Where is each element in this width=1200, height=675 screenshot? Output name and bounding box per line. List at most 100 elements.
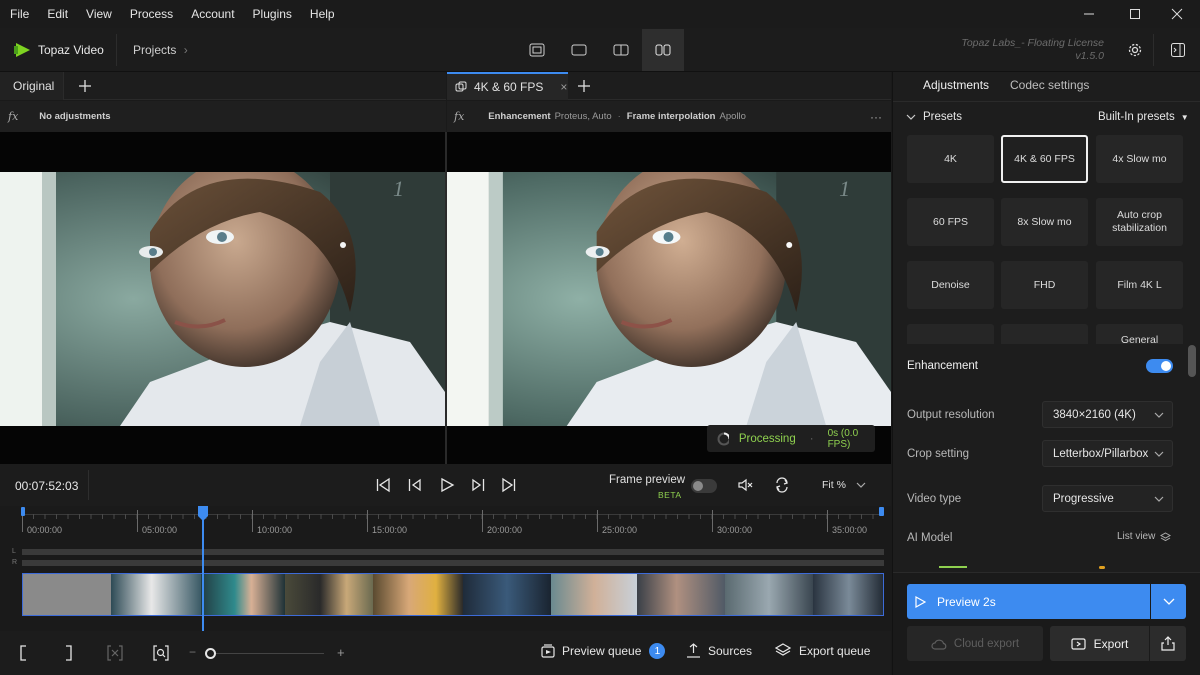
export-queue-label: Export queue [799, 643, 871, 658]
crop-setting-select[interactable]: Letterbox/Pillarbox [1042, 440, 1173, 467]
tab-adjustments[interactable]: Adjustments [923, 78, 989, 92]
filmstrip-thumbnail [373, 574, 463, 615]
export-button[interactable]: Export [1050, 626, 1149, 661]
single-view-icon [529, 43, 545, 57]
split-view-icon [613, 44, 629, 56]
builtin-presets-dropdown[interactable]: Built-In presets ▼ [1098, 111, 1189, 123]
preset-tile[interactable] [907, 324, 994, 344]
previous-frame-button[interactable] [404, 475, 426, 495]
panel-toggle-icon [1171, 43, 1185, 57]
preset-general[interactable]: General [1096, 324, 1183, 344]
action-area: Preview 2s Cloud export Export [893, 572, 1200, 675]
preview-queue-button[interactable]: Preview queue 1 [541, 643, 666, 659]
sources-button[interactable]: Sources [686, 643, 752, 658]
zoom-slider-track[interactable] [210, 653, 324, 654]
crop-setting-value: Letterbox/Pillarbox [1053, 447, 1149, 460]
enhancement-toggle[interactable] [1146, 359, 1173, 373]
view-single-button[interactable] [516, 29, 558, 71]
preset-4x-slow-mo[interactable]: 4x Slow mo [1096, 135, 1183, 183]
frame-preview-toggle[interactable] [691, 479, 717, 493]
share-button[interactable] [1150, 626, 1186, 661]
preset-4k-60fps[interactable]: 4K & 60 FPS [1001, 135, 1088, 183]
enhanced-video-pane[interactable]: 1 [447, 132, 891, 464]
output-resolution-select[interactable]: 3840×2160 (4K) [1042, 401, 1173, 428]
skip-to-end-button[interactable] [498, 475, 520, 495]
upload-icon [687, 643, 700, 658]
set-out-point-button[interactable] [60, 643, 78, 663]
preset-auto-crop-stabilization[interactable]: Auto crop stabilization [1096, 198, 1183, 246]
tab-codec-settings[interactable]: Codec settings [1010, 78, 1089, 92]
add-left-tab-button[interactable] [74, 76, 96, 96]
view-split-button[interactable] [600, 29, 642, 71]
loop-button[interactable] [771, 475, 793, 495]
menu-file[interactable]: File [0, 0, 38, 28]
playhead-handle-icon[interactable] [197, 506, 209, 522]
output-resolution-label: Output resolution [907, 409, 995, 421]
preview-button[interactable]: Preview 2s [907, 584, 1150, 619]
zoom-slider-handle[interactable] [205, 648, 216, 659]
timecode-display[interactable]: 00:07:52:03 [15, 479, 78, 493]
video-type-select[interactable]: Progressive [1042, 485, 1173, 512]
menu-process[interactable]: Process [121, 0, 182, 28]
menu-account[interactable]: Account [182, 0, 243, 28]
menu-edit[interactable]: Edit [38, 0, 77, 28]
menu-plugins[interactable]: Plugins [244, 0, 301, 28]
timeline[interactable]: 00:00:00 05:00:00 10:00:00 15:00:00 20:0… [0, 506, 891, 631]
topaz-logo-icon [14, 43, 30, 57]
maximize-button[interactable] [1112, 0, 1158, 28]
zoom-out-icon[interactable]: − [189, 645, 196, 659]
list-view-toggle[interactable]: List view [1117, 531, 1172, 542]
view-side-by-side-button[interactable] [642, 29, 684, 71]
major-tick [252, 510, 253, 532]
panel-scrollbar[interactable] [1188, 345, 1196, 377]
preset-60fps[interactable]: 60 FPS [907, 198, 994, 246]
clear-range-button[interactable] [105, 643, 125, 663]
next-frame-button[interactable] [467, 475, 489, 495]
preview-options-button[interactable] [1151, 584, 1186, 619]
projects-breadcrumb[interactable]: Projects › [133, 43, 188, 57]
preset-fhd[interactable]: FHD [1001, 261, 1088, 309]
cloud-export-button[interactable]: Cloud export [907, 626, 1043, 661]
play-button[interactable] [436, 475, 458, 495]
playhead[interactable] [202, 506, 204, 631]
menu-view[interactable]: View [77, 0, 121, 28]
toggle-panel-button[interactable] [1163, 35, 1193, 65]
add-right-tab-button[interactable] [573, 76, 595, 96]
view-preview-button[interactable] [558, 29, 600, 71]
export-queue-button[interactable]: Export queue [775, 643, 870, 658]
preset-8x-slow-mo[interactable]: 8x Slow mo [1001, 198, 1088, 246]
set-in-point-button[interactable] [14, 643, 32, 663]
play-icon [441, 477, 455, 493]
video-type-label: Video type [907, 493, 962, 505]
range-end-marker[interactable] [879, 507, 884, 516]
tab-original[interactable]: Original [0, 72, 64, 100]
preset-film-4k-l[interactable]: Film 4K L [1096, 261, 1183, 309]
menu-help[interactable]: Help [301, 0, 344, 28]
top-toolbar: Topaz Video Projects › Topaz Labs_- Floa… [0, 28, 1200, 72]
mute-button[interactable] [734, 475, 756, 495]
range-start-marker[interactable] [21, 507, 25, 516]
major-tick [712, 510, 713, 532]
more-options-icon[interactable]: ··· [870, 110, 882, 124]
zoom-to-selection-button[interactable] [151, 643, 171, 663]
skip-to-start-button[interactable] [372, 475, 394, 495]
left-adjustments-bar: fx No adjustments [0, 101, 446, 132]
preset-denoise[interactable]: Denoise [907, 261, 994, 309]
close-tab-icon[interactable]: × [560, 80, 567, 94]
minimize-button[interactable] [1066, 0, 1112, 28]
tab-4k-60fps[interactable]: 4K & 60 FPS × [447, 72, 568, 100]
original-video-pane[interactable]: 1 [0, 132, 445, 464]
video-filmstrip[interactable] [22, 573, 884, 616]
close-window-button[interactable] [1154, 0, 1200, 28]
audio-left-label: L [12, 548, 16, 555]
preset-tile[interactable] [1001, 324, 1088, 344]
presets-section-header[interactable]: Presets [906, 111, 962, 123]
builtin-presets-label: Built-In presets [1098, 111, 1175, 123]
caret-down-icon: ▼ [1180, 112, 1189, 122]
settings-button[interactable] [1120, 35, 1150, 65]
preset-4k[interactable]: 4K [907, 135, 994, 183]
zoom-in-icon[interactable]: + [337, 645, 345, 660]
zoom-fit-dropdown[interactable]: Fit % [809, 475, 869, 495]
sources-label: Sources [708, 643, 753, 658]
filmstrip-thumbnail [201, 574, 285, 615]
